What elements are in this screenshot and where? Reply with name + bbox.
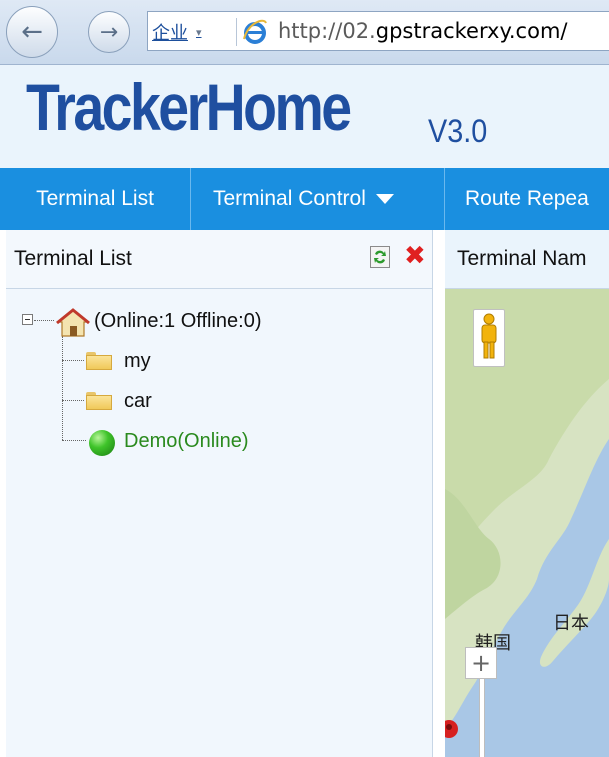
ie-logo-icon <box>243 19 267 44</box>
terminal-tree: (Online:1 Offline:0) my car Demo(Online) <box>6 288 432 757</box>
url-host: gpstrackerxy.com/ <box>375 19 568 43</box>
menu-route-repeat[interactable]: Route Repea <box>445 168 609 230</box>
chevron-down-icon: ▾ <box>196 26 202 39</box>
caret-down-icon <box>375 194 394 204</box>
street-view-button[interactable] <box>473 309 505 367</box>
home-icon <box>56 308 90 337</box>
divider <box>236 18 237 46</box>
tree-connector <box>34 320 54 321</box>
tree-item-my[interactable]: my <box>124 350 151 373</box>
map-panel: Terminal Nam 日本 韩国 + <box>445 230 609 757</box>
tree-connector <box>62 360 84 361</box>
terminal-list-panel: Terminal List ✖ (Online:1 Offline:0) my … <box>6 230 433 757</box>
back-arrow-icon: ← <box>21 17 43 47</box>
refresh-icon[interactable] <box>370 246 390 268</box>
zoom-slider-track[interactable] <box>479 679 485 757</box>
menu-label: Terminal List <box>36 187 154 210</box>
zoom-in-button[interactable]: + <box>465 647 497 679</box>
tree-connector <box>62 440 86 441</box>
close-icon[interactable]: ✖ <box>404 242 426 270</box>
browser-toolbar: ← → 企业 ▾ http://02.gpstrackerxy.com/ <box>0 0 609 65</box>
address-bar[interactable]: 企业 ▾ http://02.gpstrackerxy.com/ <box>147 11 609 51</box>
url-prefix: http://02. <box>278 19 376 43</box>
tree-connector <box>62 336 63 440</box>
menu-label: Terminal Control <box>213 187 366 210</box>
security-zone-dropdown[interactable]: 企业 ▾ <box>152 20 202 44</box>
tree-item-demo[interactable]: Demo(Online) <box>124 430 248 453</box>
folder-icon <box>86 352 112 370</box>
main-menu: Terminal List Terminal Control Route Rep… <box>0 168 609 230</box>
tree-root-label[interactable]: (Online:1 Offline:0) <box>94 310 262 333</box>
panel-title: Terminal List <box>14 247 132 270</box>
pegman-icon <box>481 313 497 359</box>
folder-icon <box>86 392 112 410</box>
version-label: V3.0 <box>428 113 488 149</box>
menu-terminal-list[interactable]: Terminal List <box>0 168 190 230</box>
menu-label: Route Repea <box>465 187 589 210</box>
back-button[interactable]: ← <box>6 6 58 58</box>
panel-header: Terminal List ✖ <box>6 230 432 289</box>
zone-label: 企业 <box>152 23 188 43</box>
tree-connector <box>62 400 84 401</box>
url-text[interactable]: http://02.gpstrackerxy.com/ <box>278 19 567 43</box>
green-ball-icon <box>89 430 115 456</box>
menu-terminal-control[interactable]: Terminal Control <box>191 168 444 230</box>
map-terrain <box>445 289 609 738</box>
map[interactable]: 日本 韩国 + <box>445 289 609 757</box>
app-logo: TrackerHome <box>26 70 352 144</box>
forward-button[interactable]: → <box>88 11 130 53</box>
collapse-toggle[interactable] <box>22 314 33 325</box>
tree-item-car[interactable]: car <box>124 390 152 413</box>
forward-arrow-icon: → <box>99 19 119 45</box>
app-header: TrackerHome V3.0 <box>0 65 609 168</box>
panel-title: Terminal Nam <box>457 247 587 270</box>
panel-header: Terminal Nam <box>445 230 609 289</box>
map-label-japan: 日本 <box>553 613 589 634</box>
